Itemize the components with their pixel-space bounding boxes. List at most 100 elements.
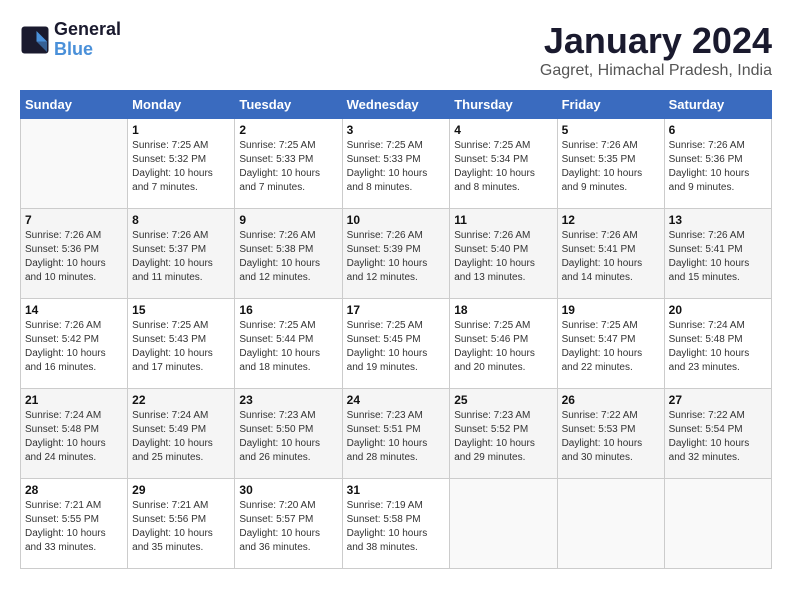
day-number: 10 — [347, 213, 446, 227]
day-number: 17 — [347, 303, 446, 317]
month-title: January 2024 — [540, 20, 772, 62]
week-row-2: 14 Sunrise: 7:26 AMSunset: 5:42 PMDayligh… — [21, 299, 772, 389]
calendar-cell: 18 Sunrise: 7:25 AMSunset: 5:46 PMDayligh… — [450, 299, 557, 389]
calendar-cell: 7Sunrise: 7:26 AMSunset: 5:36 PMDaylight… — [21, 209, 128, 299]
logo-line2: Blue — [54, 40, 121, 60]
calendar-cell: 29 Sunrise: 7:21 AMSunset: 5:56 PMDayligh… — [128, 479, 235, 569]
calendar-table: SundayMondayTuesdayWednesdayThursdayFrid… — [20, 90, 772, 569]
day-number: 15 — [132, 303, 230, 317]
day-info: Sunrise: 7:25 AMSunset: 5:32 PMDaylight:… — [132, 139, 230, 195]
day-info: Sunrise: 7:26 AMSunset: 5:41 PMDaylight:… — [669, 229, 767, 285]
day-info: Sunrise: 7:25 AMSunset: 5:33 PMDaylight:… — [239, 139, 337, 195]
calendar-cell: 20Sunrise: 7:24 AMSunset: 5:48 PMDayligh… — [664, 299, 771, 389]
day-info: Sunrise: 7:26 AMSunset: 5:38 PMDaylight:… — [239, 229, 337, 285]
calendar-cell — [21, 119, 128, 209]
weekday-header-tuesday: Tuesday — [235, 91, 342, 119]
calendar-cell: 27Sunrise: 7:22 AMSunset: 5:54 PMDayligh… — [664, 389, 771, 479]
calendar-cell: 28 Sunrise: 7:21 AMSunset: 5:55 PMDayligh… — [21, 479, 128, 569]
day-number: 7 — [25, 213, 123, 227]
day-number: 2 — [239, 123, 337, 137]
day-number: 11 — [454, 213, 552, 227]
day-number: 6 — [669, 123, 767, 137]
calendar-cell: 15 Sunrise: 7:25 AMSunset: 5:43 PMDayligh… — [128, 299, 235, 389]
day-info: Sunrise: 7:24 AMSunset: 5:49 PMDaylight:… — [132, 409, 230, 465]
day-number: 29 — [132, 483, 230, 497]
day-info: Sunrise: 7:24 AMSunset: 5:48 PMDaylight:… — [669, 319, 767, 375]
page-header: General Blue January 2024 Gagret, Himach… — [20, 20, 772, 80]
weekday-header-saturday: Saturday — [664, 91, 771, 119]
day-info: Sunrise: 7:23 AMSunset: 5:52 PMDaylight:… — [454, 409, 552, 465]
weekday-header-friday: Friday — [557, 91, 664, 119]
day-info: Sunrise: 7:26 AMSunset: 5:39 PMDaylight:… — [347, 229, 446, 285]
day-info: Sunrise: 7:25 AMSunset: 5:44 PMDaylight:… — [239, 319, 337, 375]
day-info: Sunrise: 7:26 AMSunset: 5:37 PMDaylight:… — [132, 229, 230, 285]
day-number: 8 — [132, 213, 230, 227]
day-info: Sunrise: 7:25 AMSunset: 5:34 PMDaylight:… — [454, 139, 552, 195]
calendar-cell: 31Sunrise: 7:19 AMSunset: 5:58 PMDayligh… — [342, 479, 450, 569]
day-number: 26 — [562, 393, 660, 407]
weekday-header-row: SundayMondayTuesdayWednesdayThursdayFrid… — [21, 91, 772, 119]
weekday-header-thursday: Thursday — [450, 91, 557, 119]
calendar-cell: 19 Sunrise: 7:25 AMSunset: 5:47 PMDayligh… — [557, 299, 664, 389]
day-number: 16 — [239, 303, 337, 317]
calendar-cell: 9 Sunrise: 7:26 AMSunset: 5:38 PMDaylight… — [235, 209, 342, 299]
calendar-cell: 26Sunrise: 7:22 AMSunset: 5:53 PMDayligh… — [557, 389, 664, 479]
calendar-cell — [557, 479, 664, 569]
day-number: 9 — [239, 213, 337, 227]
week-row-3: 21 Sunrise: 7:24 AMSunset: 5:48 PMDayligh… — [21, 389, 772, 479]
week-row-0: 1Sunrise: 7:25 AMSunset: 5:32 PMDaylight… — [21, 119, 772, 209]
calendar-cell: 25 Sunrise: 7:23 AMSunset: 5:52 PMDayligh… — [450, 389, 557, 479]
day-info: Sunrise: 7:24 AMSunset: 5:48 PMDaylight:… — [25, 409, 123, 465]
calendar-cell: 2 Sunrise: 7:25 AMSunset: 5:33 PMDaylight… — [235, 119, 342, 209]
calendar-cell: 24Sunrise: 7:23 AMSunset: 5:51 PMDayligh… — [342, 389, 450, 479]
day-number: 12 — [562, 213, 660, 227]
calendar-cell: 17 Sunrise: 7:25 AMSunset: 5:45 PMDayligh… — [342, 299, 450, 389]
day-info: Sunrise: 7:25 AMSunset: 5:46 PMDaylight:… — [454, 319, 552, 375]
day-info: Sunrise: 7:26 AMSunset: 5:42 PMDaylight:… — [25, 319, 123, 375]
day-number: 13 — [669, 213, 767, 227]
day-info: Sunrise: 7:22 AMSunset: 5:54 PMDaylight:… — [669, 409, 767, 465]
calendar-cell: 30Sunrise: 7:20 AMSunset: 5:57 PMDayligh… — [235, 479, 342, 569]
day-info: Sunrise: 7:25 AMSunset: 5:47 PMDaylight:… — [562, 319, 660, 375]
calendar-cell: 3Sunrise: 7:25 AMSunset: 5:33 PMDaylight… — [342, 119, 450, 209]
calendar-cell: 13 Sunrise: 7:26 AMSunset: 5:41 PMDayligh… — [664, 209, 771, 299]
day-info: Sunrise: 7:26 AMSunset: 5:35 PMDaylight:… — [562, 139, 660, 195]
day-info: Sunrise: 7:25 AMSunset: 5:45 PMDaylight:… — [347, 319, 446, 375]
day-info: Sunrise: 7:26 AMSunset: 5:40 PMDaylight:… — [454, 229, 552, 285]
day-info: Sunrise: 7:20 AMSunset: 5:57 PMDaylight:… — [239, 499, 337, 555]
day-number: 25 — [454, 393, 552, 407]
day-number: 5 — [562, 123, 660, 137]
weekday-header-monday: Monday — [128, 91, 235, 119]
day-info: Sunrise: 7:21 AMSunset: 5:56 PMDaylight:… — [132, 499, 230, 555]
calendar-cell: 16 Sunrise: 7:25 AMSunset: 5:44 PMDayligh… — [235, 299, 342, 389]
location: Gagret, Himachal Pradesh, India — [540, 62, 772, 80]
week-row-1: 7Sunrise: 7:26 AMSunset: 5:36 PMDaylight… — [21, 209, 772, 299]
day-number: 28 — [25, 483, 123, 497]
weekday-header-wednesday: Wednesday — [342, 91, 450, 119]
calendar-cell: 12 Sunrise: 7:26 AMSunset: 5:41 PMDayligh… — [557, 209, 664, 299]
day-info: Sunrise: 7:19 AMSunset: 5:58 PMDaylight:… — [347, 499, 446, 555]
day-number: 23 — [239, 393, 337, 407]
calendar-cell: 23Sunrise: 7:23 AMSunset: 5:50 PMDayligh… — [235, 389, 342, 479]
day-number: 22 — [132, 393, 230, 407]
logo-line1: General — [54, 20, 121, 40]
day-info: Sunrise: 7:23 AMSunset: 5:51 PMDaylight:… — [347, 409, 446, 465]
day-number: 19 — [562, 303, 660, 317]
day-number: 14 — [25, 303, 123, 317]
day-info: Sunrise: 7:21 AMSunset: 5:55 PMDaylight:… — [25, 499, 123, 555]
day-info: Sunrise: 7:25 AMSunset: 5:43 PMDaylight:… — [132, 319, 230, 375]
calendar-cell: 21 Sunrise: 7:24 AMSunset: 5:48 PMDayligh… — [21, 389, 128, 479]
day-number: 3 — [347, 123, 446, 137]
calendar-cell: 22 Sunrise: 7:24 AMSunset: 5:49 PMDayligh… — [128, 389, 235, 479]
calendar-cell: 8 Sunrise: 7:26 AMSunset: 5:37 PMDaylight… — [128, 209, 235, 299]
weekday-header-sunday: Sunday — [21, 91, 128, 119]
day-info: Sunrise: 7:26 AMSunset: 5:41 PMDaylight:… — [562, 229, 660, 285]
day-number: 21 — [25, 393, 123, 407]
day-number: 18 — [454, 303, 552, 317]
calendar-cell: 11 Sunrise: 7:26 AMSunset: 5:40 PMDayligh… — [450, 209, 557, 299]
title-block: January 2024 Gagret, Himachal Pradesh, I… — [540, 20, 772, 80]
calendar-cell: 1Sunrise: 7:25 AMSunset: 5:32 PMDaylight… — [128, 119, 235, 209]
calendar-cell: 6Sunrise: 7:26 AMSunset: 5:36 PMDaylight… — [664, 119, 771, 209]
calendar-cell — [664, 479, 771, 569]
day-number: 4 — [454, 123, 552, 137]
